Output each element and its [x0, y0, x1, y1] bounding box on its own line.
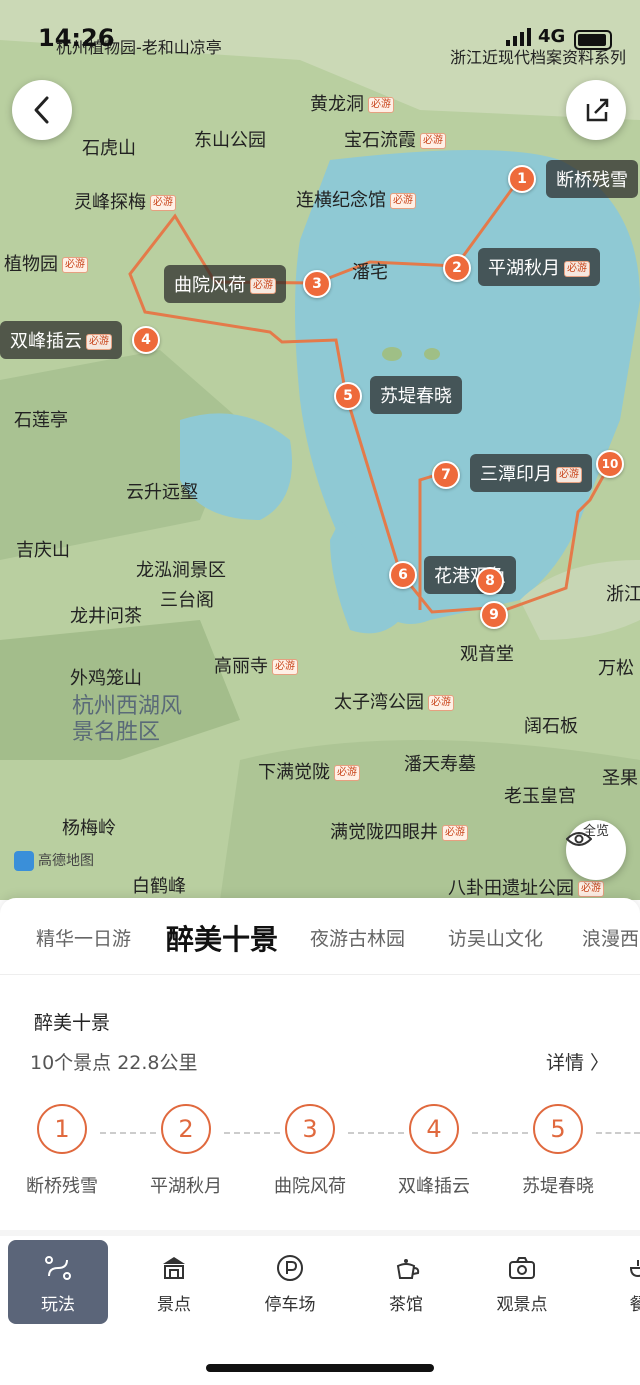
route-marker[interactable]: 5: [334, 382, 362, 410]
spot-label-sudi[interactable]: 苏堤春晓: [370, 376, 462, 414]
detail-link[interactable]: 详情 〉: [546, 1048, 609, 1075]
spot-label-quyuan[interactable]: 曲院风荷 必游: [164, 265, 286, 303]
route-marker[interactable]: 8: [476, 567, 504, 595]
route-icon: [45, 1256, 71, 1280]
map-label[interactable]: 黄龙洞 必游: [310, 90, 394, 116]
route-marker[interactable]: 3: [303, 270, 331, 298]
route-tabs: 精华一日游 醉美十景 夜游古林园 访吴山文化 浪漫西: [0, 898, 640, 975]
route-marker[interactable]: 9: [480, 601, 508, 629]
map-label[interactable]: 满觉陇四眼井 必游: [330, 818, 468, 844]
stop-item[interactable]: 1 断桥残雪: [0, 1104, 124, 1198]
nav-dining[interactable]: 餐: [588, 1240, 640, 1324]
tab-highlights[interactable]: 精华一日游: [36, 924, 131, 951]
network-type: 4G: [538, 26, 566, 47]
map-label[interactable]: 东山公园: [194, 126, 266, 152]
nav-teahouse[interactable]: 茶馆: [356, 1240, 456, 1324]
map-label[interactable]: 外鸡笼山: [70, 664, 142, 690]
tab-wushan[interactable]: 访吴山文化: [448, 924, 543, 951]
share-button[interactable]: [566, 80, 626, 140]
area-label: 杭州西湖风景名胜区: [72, 694, 183, 745]
route-marker[interactable]: 6: [389, 561, 417, 589]
spot-label-duanqiao[interactable]: 断桥残雪: [546, 160, 638, 198]
tab-night-tour[interactable]: 夜游古林园: [310, 924, 405, 951]
spot-label-pinghu[interactable]: 平湖秋月 必游: [478, 248, 600, 286]
map-label[interactable]: 太子湾公园 必游: [334, 688, 454, 714]
stop-item[interactable]: 4 双峰插云: [372, 1104, 496, 1198]
tab-top-ten[interactable]: 醉美十景: [166, 918, 278, 958]
map-label[interactable]: 浙江: [606, 580, 640, 606]
map-label[interactable]: 龙泓涧景区: [136, 556, 226, 582]
status-bar: 14:26 4G: [0, 22, 640, 62]
map-label[interactable]: 植物园 必游: [4, 250, 88, 276]
spot-label-santan[interactable]: 三潭印月 必游: [470, 454, 592, 492]
stop-item[interactable]: 3 曲院风荷: [248, 1104, 372, 1198]
map-label[interactable]: 吉庆山: [16, 536, 70, 562]
map-label[interactable]: 连横纪念馆 必游: [296, 186, 416, 212]
map-label[interactable]: 万松: [598, 654, 634, 680]
nav-play[interactable]: 玩法: [8, 1240, 108, 1324]
route-marker[interactable]: 7: [432, 461, 460, 489]
stop-item[interactable]: 5 苏堤春晓: [496, 1104, 620, 1198]
map-label[interactable]: 观音堂: [460, 640, 514, 666]
map-label[interactable]: 云升远壑: [126, 478, 198, 504]
route-marker[interactable]: 2: [443, 254, 471, 282]
route-marker[interactable]: 10: [596, 450, 624, 478]
full-view-button[interactable]: 全览: [566, 820, 626, 880]
map-label[interactable]: 八卦田遗址公园 必游: [448, 874, 604, 900]
landmark-icon: [163, 1257, 185, 1279]
home-indicator: [206, 1364, 434, 1372]
map-label[interactable]: 阔石板: [524, 712, 578, 738]
map-label[interactable]: 石虎山: [82, 134, 136, 160]
map-label[interactable]: 潘天寿墓: [404, 750, 476, 776]
amap-logo: 高德地图: [14, 850, 94, 871]
signal-icon: [506, 28, 531, 46]
status-time: 14:26: [38, 24, 115, 52]
route-title: 醉美十景: [34, 1012, 111, 1034]
map-label[interactable]: 灵峰探梅 必游: [74, 188, 176, 214]
map-label[interactable]: 下满觉陇 必游: [258, 758, 360, 784]
map-label[interactable]: 龙井问茶: [70, 602, 142, 628]
spot-label-shuangfeng[interactable]: 双峰插云 必游: [0, 321, 122, 359]
chevron-left-icon: [34, 96, 49, 124]
teapot-icon: [396, 1259, 420, 1279]
map-label[interactable]: 石莲亭: [14, 406, 68, 432]
back-button[interactable]: [12, 80, 72, 140]
map-label[interactable]: 宝石流霞 必游: [344, 126, 446, 152]
map-label[interactable]: 老玉皇宫: [504, 782, 576, 808]
share-icon: [586, 98, 609, 122]
stop-item[interactable]: 2 平湖秋月: [124, 1104, 248, 1198]
camera-icon: [509, 1257, 535, 1279]
battery-icon: [574, 30, 612, 50]
map-label[interactable]: 杨梅岭: [62, 814, 116, 840]
amap-logo-icon: [14, 851, 34, 871]
map-label[interactable]: 白鹤峰: [132, 872, 186, 898]
map-view[interactable]: 杭州植物园-老和山凉亭 浙江近现代档案资料系列 黄龙洞 必游 东山公园 宝石流霞必…: [0, 0, 640, 900]
route-marker[interactable]: 1: [508, 165, 536, 193]
route-marker[interactable]: 4: [132, 326, 160, 354]
eye-icon: [566, 832, 592, 846]
map-label[interactable]: 潘宅: [352, 258, 388, 284]
dining-icon: [629, 1260, 640, 1278]
map-label[interactable]: 圣果: [602, 764, 638, 790]
bottom-nav: 玩法 景点 停车场 茶馆 观景点 餐: [0, 1236, 640, 1336]
nav-parking[interactable]: 停车场: [240, 1240, 340, 1324]
map-label[interactable]: 三台阁: [160, 586, 214, 612]
stop-list[interactable]: 1 断桥残雪 2 平湖秋月 3 曲院风荷 4 双峰插云 5 苏堤春晓: [0, 1104, 640, 1204]
route-panel: 精华一日游 醉美十景 夜游古林园 访吴山文化 浪漫西 醉美十景 10个景点 22…: [0, 898, 640, 1385]
map-label[interactable]: 高丽寺 必游: [214, 652, 298, 678]
nav-viewpoint[interactable]: 观景点: [472, 1240, 572, 1324]
tab-romantic[interactable]: 浪漫西: [582, 924, 639, 951]
nav-spots[interactable]: 景点: [124, 1240, 224, 1324]
route-summary: 10个景点 22.8公里: [30, 1052, 198, 1074]
parking-icon: [277, 1255, 303, 1281]
